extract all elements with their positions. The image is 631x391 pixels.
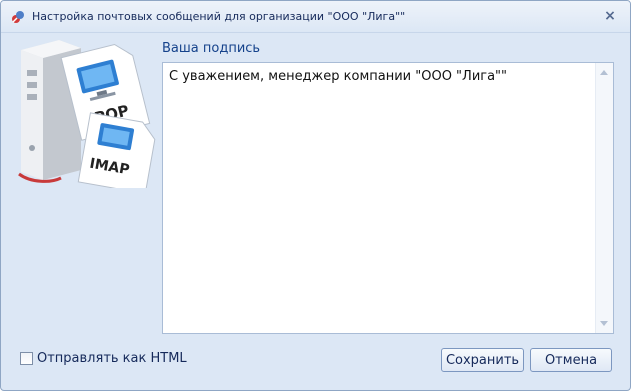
- save-button[interactable]: Сохранить: [441, 348, 524, 372]
- title-bar[interactable]: Настройка почтовых сообщений для организ…: [1, 1, 630, 33]
- send-as-html-label[interactable]: Отправлять как HTML: [37, 351, 187, 366]
- close-button[interactable]: ×: [602, 8, 618, 24]
- send-as-html-checkbox[interactable]: [20, 352, 33, 365]
- vertical-scrollbar[interactable]: [595, 63, 613, 333]
- signature-textarea[interactable]: С уважением, менеджер компании "ООО "Лиг…: [162, 62, 614, 334]
- window-title: Настройка почтовых сообщений для организ…: [32, 10, 406, 23]
- mail-server-illustration: POP IMAP: [18, 40, 156, 188]
- scroll-down-arrow-icon[interactable]: [600, 321, 608, 326]
- scroll-up-arrow-icon[interactable]: [600, 70, 608, 75]
- signature-label: Ваша подпись: [162, 41, 261, 56]
- app-logo-icon: [12, 11, 24, 23]
- mail-settings-dialog: Настройка почтовых сообщений для организ…: [0, 0, 631, 391]
- signature-text: С уважением, менеджер компании "ООО "Лиг…: [169, 69, 508, 84]
- cancel-button[interactable]: Отмена: [530, 348, 612, 372]
